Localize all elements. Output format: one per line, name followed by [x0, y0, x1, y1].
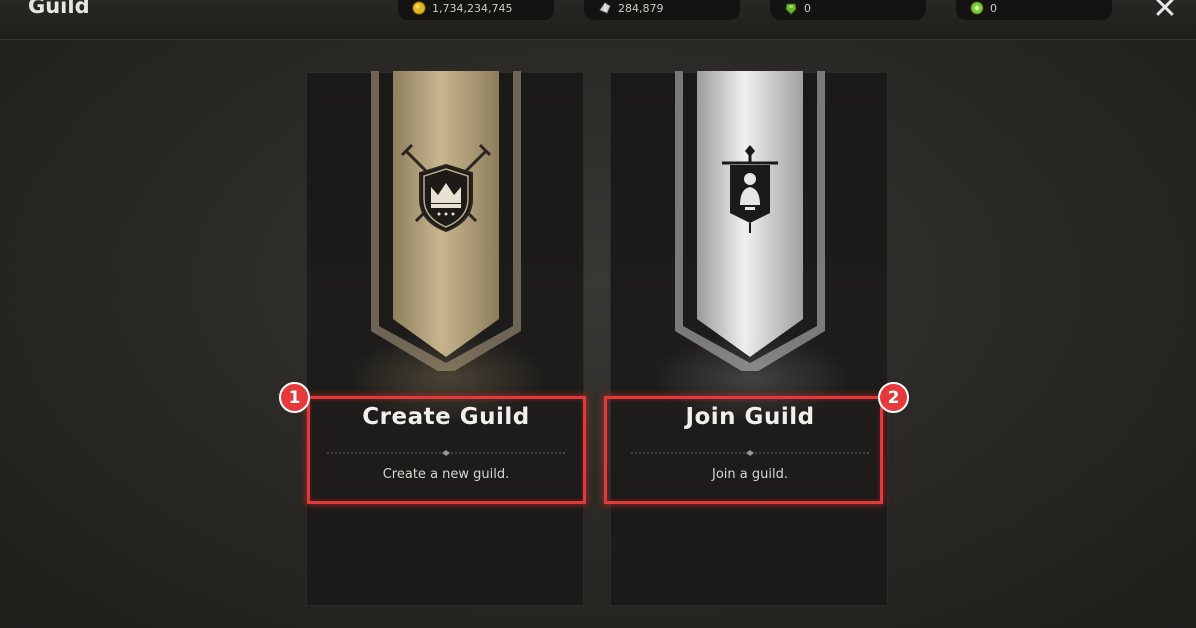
gold-amount: 1,734,234,745	[432, 1, 513, 15]
page-title: Guild	[28, 0, 90, 18]
crystal-icon	[599, 2, 611, 14]
divider-ornament	[631, 450, 869, 456]
create-guild-title: Create Guild	[362, 404, 530, 430]
join-guild-card[interactable]: Join Guild Join a guild.	[610, 71, 888, 606]
green-orb-amount: 0	[990, 1, 997, 15]
gold-coin-icon	[412, 1, 426, 15]
top-bar: Guild 1,734,234,745 284,879 0 0 ✕	[0, 0, 1196, 40]
close-icon: ✕	[1152, 0, 1178, 26]
green-gem-amount: 0	[804, 1, 811, 15]
annotation-marker-2: 2	[878, 382, 909, 413]
close-button[interactable]: ✕	[1148, 0, 1182, 28]
gold-currency: 1,734,234,745	[398, 0, 554, 20]
crowned-shield-crossed-swords-icon	[400, 143, 492, 233]
join-guild-description: Join a guild.	[712, 467, 788, 482]
divider-ornament	[327, 450, 565, 456]
green-gem-currency: 0	[770, 0, 926, 20]
crystal-amount: 284,879	[618, 1, 664, 15]
create-guild-description: Create a new guild.	[382, 467, 510, 482]
green-gem-icon	[785, 3, 797, 15]
green-orb-currency: 0	[956, 0, 1112, 20]
crystal-currency: 284,879	[584, 0, 740, 20]
green-orb-icon	[970, 1, 984, 15]
create-guild-card[interactable]: Create Guild Create a new guild.	[306, 71, 584, 606]
join-guild-title: Join Guild	[685, 404, 815, 430]
annotation-marker-1: 1	[279, 382, 310, 413]
flag-banner-icon	[722, 145, 778, 233]
